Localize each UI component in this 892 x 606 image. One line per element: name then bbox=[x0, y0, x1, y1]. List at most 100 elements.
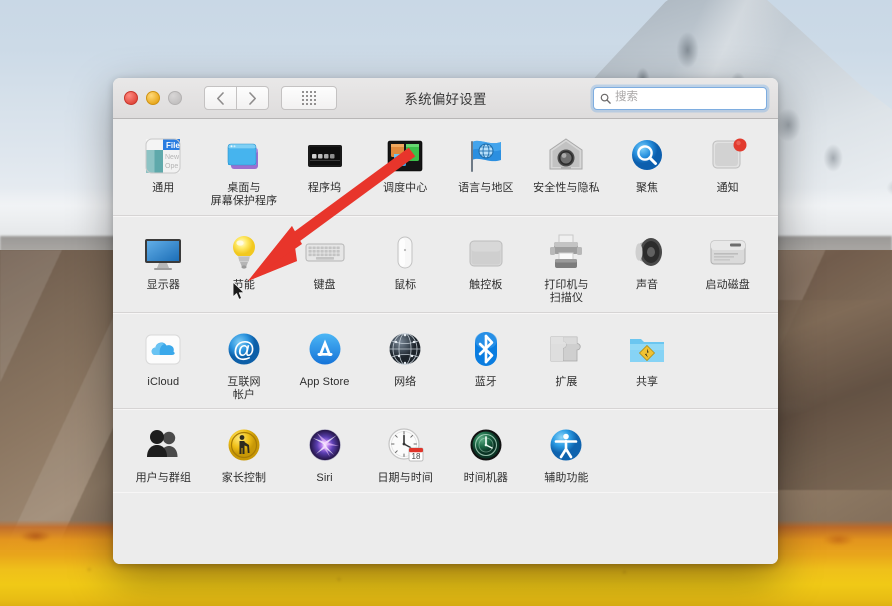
pref-label: 互联网 帐户 bbox=[227, 375, 261, 402]
mission-control-icon bbox=[383, 134, 427, 178]
search-field[interactable]: 搜索 bbox=[593, 86, 767, 110]
pref-startup-disk[interactable]: 启动磁盘 bbox=[687, 229, 768, 306]
preference-row: iCloud @ 互联网 帐户 App Store 网络 蓝牙 扩展 共享 bbox=[113, 326, 778, 403]
close-button[interactable] bbox=[124, 91, 138, 105]
bluetooth-icon bbox=[464, 328, 508, 372]
pref-label: 用户与群组 bbox=[135, 472, 192, 485]
section-system: 用户与群组 家长控制 Siri 18 日期与时间 时间机器 辅助功能 bbox=[113, 409, 778, 491]
pref-notifications[interactable]: 通知 bbox=[687, 132, 768, 209]
section-internet-wireless: iCloud @ 互联网 帐户 App Store 网络 蓝牙 扩展 共享 bbox=[113, 313, 778, 410]
preferences-grid: File New Ope 通用 桌面与 屏幕保护程序 程序坞 调度中心 语言与地… bbox=[113, 119, 778, 564]
back-button[interactable] bbox=[204, 86, 237, 110]
pref-siri[interactable]: Siri bbox=[284, 422, 365, 485]
pref-label: 日期与时间 bbox=[377, 472, 433, 485]
extensions-icon bbox=[544, 328, 588, 372]
preference-row: 显示器 节能 键盘 鼠标 触控板 打印机与 扫描仪 声音 启动磁盘 bbox=[113, 229, 778, 306]
forward-button[interactable] bbox=[237, 86, 269, 110]
svg-text:@: @ bbox=[233, 337, 254, 362]
pref-extensions[interactable]: 扩展 bbox=[526, 326, 607, 403]
svg-text:18: 18 bbox=[412, 452, 421, 461]
pref-bluetooth[interactable]: 蓝牙 bbox=[446, 326, 527, 403]
window-titlebar: 系统偏好设置 搜索 bbox=[113, 78, 778, 119]
zoom-button bbox=[168, 91, 182, 105]
pref-icloud[interactable]: iCloud bbox=[123, 326, 204, 403]
back-arrow-icon bbox=[217, 91, 224, 105]
pref-label: Siri bbox=[316, 472, 333, 485]
system-preferences-window: 系统偏好设置 搜索 File New Ope 通用 桌面与 屏幕保护程序 程序坞… bbox=[113, 78, 778, 564]
pref-internet-accounts[interactable]: @ 互联网 帐户 bbox=[204, 326, 285, 403]
section-hardware: 显示器 节能 键盘 鼠标 触控板 打印机与 扫描仪 声音 启动磁盘 bbox=[113, 216, 778, 313]
time-machine-icon bbox=[464, 424, 508, 468]
pref-label: 辅助功能 bbox=[544, 472, 589, 485]
pref-label: 网络 bbox=[394, 375, 417, 388]
pref-label: 聚焦 bbox=[635, 182, 659, 194]
preference-row: 用户与群组 家长控制 Siri 18 日期与时间 时间机器 辅助功能 bbox=[113, 422, 778, 485]
pref-label: 安全性与隐私 bbox=[533, 182, 600, 194]
parental-controls-icon bbox=[222, 424, 266, 468]
pref-time-machine[interactable]: 时间机器 bbox=[446, 422, 527, 485]
date-time-icon: 18 bbox=[383, 424, 427, 468]
pref-label: 显示器 bbox=[146, 278, 180, 291]
svg-text:New: New bbox=[165, 154, 180, 161]
pref-label: 打印机与 扫描仪 bbox=[544, 278, 589, 305]
pref-keyboard[interactable]: 键盘 bbox=[284, 229, 365, 306]
language-region-icon bbox=[464, 134, 508, 178]
pref-spotlight[interactable]: 聚焦 bbox=[607, 132, 688, 209]
pref-accessibility[interactable]: 辅助功能 bbox=[526, 422, 607, 485]
pref-users-groups[interactable]: 用户与群组 bbox=[123, 422, 204, 485]
pref-sound[interactable]: 声音 bbox=[607, 229, 688, 306]
sharing-icon bbox=[625, 328, 669, 372]
pref-printers-scanners[interactable]: 打印机与 扫描仪 bbox=[526, 229, 607, 306]
siri-icon bbox=[303, 424, 347, 468]
pref-sharing[interactable]: 共享 bbox=[607, 326, 688, 403]
pref-security-privacy[interactable]: 安全性与隐私 bbox=[526, 132, 607, 209]
pref-label: 调度中心 bbox=[382, 182, 428, 194]
printers-scanners-icon bbox=[544, 231, 588, 275]
pref-label: 触控板 bbox=[469, 278, 503, 291]
pref-label: 启动磁盘 bbox=[705, 278, 750, 291]
icloud-icon bbox=[141, 328, 185, 372]
minimize-button[interactable] bbox=[146, 91, 160, 105]
pref-parental-controls[interactable]: 家长控制 bbox=[204, 422, 285, 485]
pref-displays[interactable]: 显示器 bbox=[123, 229, 204, 306]
pref-general[interactable]: File New Ope 通用 bbox=[123, 132, 204, 209]
preference-row: File New Ope 通用 桌面与 屏幕保护程序 程序坞 调度中心 语言与地… bbox=[113, 132, 778, 209]
internet-accounts-icon: @ bbox=[222, 328, 266, 372]
search-icon bbox=[600, 93, 611, 104]
pref-label: 语言与地区 bbox=[458, 182, 514, 194]
show-all-button[interactable] bbox=[281, 86, 337, 110]
pref-mission-control[interactable]: 调度中心 bbox=[365, 132, 446, 209]
pref-label: 扩展 bbox=[555, 375, 578, 388]
pref-dock[interactable]: 程序坞 bbox=[284, 132, 365, 209]
pref-label: 共享 bbox=[635, 375, 659, 388]
notifications-icon bbox=[706, 134, 750, 178]
pref-label: 家长控制 bbox=[221, 472, 267, 485]
pref-trackpad[interactable]: 触控板 bbox=[446, 229, 527, 306]
pref-date-time[interactable]: 18 日期与时间 bbox=[365, 422, 446, 485]
users-groups-icon bbox=[141, 424, 185, 468]
pref-label: iCloud bbox=[147, 375, 180, 388]
displays-icon bbox=[141, 231, 185, 275]
pref-app-store[interactable]: App Store bbox=[284, 326, 365, 403]
pref-language-region[interactable]: 语言与地区 bbox=[446, 132, 527, 209]
pref-label: 节能 bbox=[232, 278, 256, 291]
pref-energy-saver[interactable]: 节能 bbox=[204, 229, 285, 306]
show-all-grid-icon bbox=[301, 90, 317, 106]
pref-label: 蓝牙 bbox=[474, 375, 497, 388]
trackpad-icon bbox=[464, 231, 508, 275]
keyboard-icon bbox=[303, 231, 347, 275]
accessibility-icon bbox=[544, 424, 588, 468]
pref-label: 键盘 bbox=[313, 278, 336, 291]
pref-desktop-screensaver[interactable]: 桌面与 屏幕保护程序 bbox=[204, 132, 285, 209]
notification-badge bbox=[733, 138, 747, 152]
pref-network[interactable]: 网络 bbox=[365, 326, 446, 403]
sound-icon bbox=[625, 231, 669, 275]
search-placeholder: 搜索 bbox=[615, 91, 638, 104]
spotlight-icon bbox=[625, 134, 669, 178]
network-icon bbox=[383, 328, 427, 372]
energy-saver-icon bbox=[222, 231, 266, 275]
pref-label: 鼠标 bbox=[394, 278, 417, 291]
pref-label: 声音 bbox=[635, 278, 659, 291]
navigation-buttons bbox=[204, 86, 269, 110]
pref-mouse[interactable]: 鼠标 bbox=[365, 229, 446, 306]
